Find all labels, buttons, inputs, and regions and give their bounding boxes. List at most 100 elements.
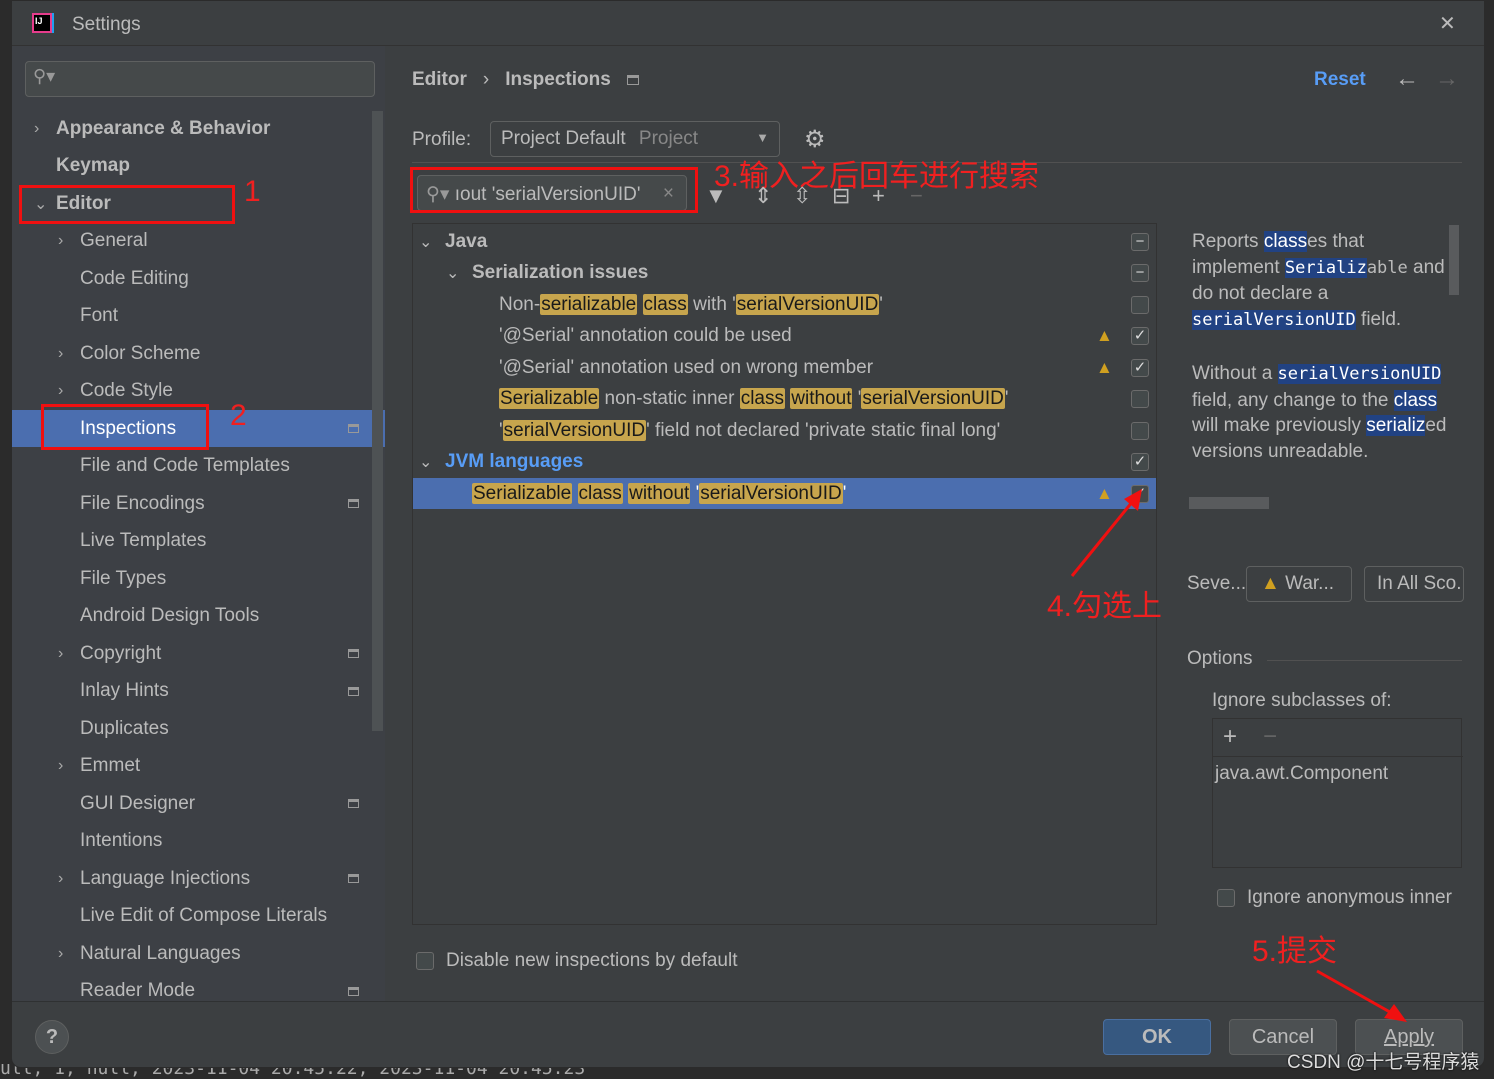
- sidebar-item-language-injections[interactable]: › Language Injections: [12, 860, 385, 897]
- sidebar-item-natural-languages[interactable]: › Natural Languages: [12, 935, 385, 972]
- inspection-row[interactable]: ⌄ Serialization issues −: [413, 258, 1156, 289]
- add-icon[interactable]: +: [872, 183, 885, 209]
- inspection-checkbox[interactable]: [1131, 390, 1149, 408]
- collapse-all-icon[interactable]: ⇳: [793, 183, 811, 209]
- scope-dropdown[interactable]: In All Sco...: [1364, 566, 1464, 602]
- sidebar-item-label: Appearance & Behavior: [56, 117, 271, 139]
- sidebar-item-live-templates[interactable]: Live Templates: [12, 523, 385, 560]
- sidebar-item-label: File Types: [80, 567, 167, 589]
- chevron-right-icon[interactable]: ›: [58, 945, 63, 963]
- sidebar-item-color-scheme[interactable]: › Color Scheme: [12, 335, 385, 372]
- filter-icon[interactable]: ▼: [705, 183, 727, 209]
- sidebar-item-keymap[interactable]: Keymap: [12, 148, 385, 185]
- sidebar-item-inlay-hints[interactable]: Inlay Hints: [12, 673, 385, 710]
- inspection-checkbox[interactable]: −: [1131, 264, 1149, 282]
- help-button[interactable]: ?: [35, 1020, 69, 1054]
- breadcrumb-editor[interactable]: Editor: [412, 69, 467, 91]
- chevron-down-icon[interactable]: ⌄: [419, 232, 432, 252]
- sidebar-item-file-and-code-templates[interactable]: File and Code Templates: [12, 448, 385, 485]
- add-icon[interactable]: +: [1223, 723, 1237, 751]
- sidebar-item-label: File Encodings: [80, 492, 205, 514]
- inspection-row[interactable]: ⌄ Java −: [413, 226, 1156, 257]
- chevron-down-icon[interactable]: ⌄: [419, 452, 432, 472]
- chevron-right-icon[interactable]: ›: [58, 757, 63, 775]
- sidebar-item-android-design-tools[interactable]: Android Design Tools: [12, 598, 385, 635]
- scope-value: In All Sco...: [1377, 573, 1464, 594]
- sidebar-item-copyright[interactable]: › Copyright: [12, 635, 385, 672]
- chevron-right-icon[interactable]: ›: [58, 345, 63, 363]
- checkbox[interactable]: [416, 952, 434, 970]
- sidebar-item-gui-designer[interactable]: GUI Designer: [12, 785, 385, 822]
- chevron-right-icon[interactable]: ›: [34, 120, 39, 138]
- text-segment: Non-: [499, 293, 541, 315]
- search-match: serialVersionUID: [861, 388, 1005, 409]
- sidebar-item-label: Emmet: [80, 755, 141, 776]
- inspection-checkbox[interactable]: [1131, 421, 1149, 440]
- sidebar-item-code-editing[interactable]: Code Editing: [12, 260, 385, 297]
- sidebar-item-duplicates[interactable]: Duplicates: [12, 710, 385, 747]
- inspection-row[interactable]: Serializable class without 'serialVersio…: [413, 478, 1156, 509]
- inspection-name: '@Serial' annotation used on wrong membe…: [499, 357, 873, 379]
- severity-dropdown[interactable]: ▲ War...: [1246, 566, 1352, 602]
- inspection-checkbox[interactable]: ✓: [1131, 358, 1149, 377]
- sidebar-scrollbar[interactable]: [372, 111, 383, 731]
- search-match: class: [577, 482, 623, 504]
- chevron-right-icon[interactable]: ›: [58, 232, 63, 250]
- sidebar-item-file-types[interactable]: File Types: [12, 560, 385, 597]
- close-icon[interactable]: ✕: [1439, 11, 1456, 36]
- ignore-anonymous-checkbox[interactable]: Ignore anonymous inner: [1217, 887, 1452, 909]
- text-segment: '@Serial' annotation could be used: [499, 325, 792, 346]
- inspection-checkbox[interactable]: −: [1131, 232, 1149, 251]
- inspection-row[interactable]: Serializable non-static inner class with…: [413, 384, 1156, 415]
- ok-button[interactable]: OK: [1103, 1019, 1211, 1055]
- sidebar-item-emmet[interactable]: › Emmet: [12, 748, 385, 785]
- inspection-name: Serializable non-static inner class with…: [499, 388, 1009, 410]
- chevron-right-icon[interactable]: ›: [58, 645, 63, 663]
- sidebar-item-appearance-behavior[interactable]: › Appearance & Behavior: [12, 110, 385, 147]
- options-title: Options: [1187, 648, 1253, 669]
- reset-link[interactable]: Reset: [1314, 69, 1366, 91]
- disable-new-inspections-checkbox[interactable]: Disable new inspections by default: [416, 950, 738, 972]
- back-arrow-icon[interactable]: ←: [1395, 65, 1419, 93]
- text-segment: [572, 483, 577, 504]
- inspection-row[interactable]: Non-serializable class with 'serialVersi…: [413, 289, 1156, 320]
- sidebar-item-file-encodings[interactable]: File Encodings: [12, 485, 385, 522]
- inspection-checkbox[interactable]: ✓: [1131, 327, 1149, 345]
- description-scrollbar[interactable]: [1449, 225, 1459, 295]
- inspection-row[interactable]: 'serialVersionUID' field not declared 'p…: [413, 415, 1156, 446]
- description-hscrollbar[interactable]: [1189, 497, 1269, 509]
- inspection-checkbox[interactable]: ✓: [1131, 453, 1149, 471]
- search-match: class: [642, 293, 688, 315]
- sidebar-item-label: Inlay Hints: [80, 680, 169, 701]
- annotation-box-2: [41, 404, 209, 450]
- expand-all-icon[interactable]: ⇕: [754, 183, 772, 209]
- sidebar-item-general[interactable]: › General: [12, 223, 385, 260]
- forward-arrow-icon[interactable]: →: [1435, 65, 1459, 93]
- inspection-name: 'serialVersionUID' field not declared 'p…: [499, 419, 1000, 442]
- remove-icon[interactable]: −: [1263, 723, 1277, 751]
- chevron-right-icon[interactable]: ›: [58, 382, 63, 400]
- sidebar-item-label: Android Design Tools: [80, 605, 260, 626]
- checkbox[interactable]: [1217, 889, 1235, 907]
- sidebar-item-label: Language Injections: [80, 867, 251, 889]
- inspection-row[interactable]: '@Serial' annotation could be used ▲ ✓: [413, 321, 1156, 352]
- remove-icon[interactable]: −: [910, 183, 923, 209]
- chevron-down-icon[interactable]: ⌄: [446, 263, 459, 283]
- inspection-checkbox[interactable]: [1131, 295, 1149, 314]
- settings-search-input[interactable]: ⚲▾: [25, 61, 375, 97]
- disable-new-label: Disable new inspections by default: [446, 950, 738, 971]
- gear-icon[interactable]: ⚙: [804, 125, 826, 154]
- inspection-row[interactable]: ⌄ JVM languages ✓: [413, 447, 1156, 478]
- breadcrumb-separator: ›: [482, 69, 490, 90]
- sidebar-item-intentions[interactable]: Intentions: [12, 823, 385, 860]
- sidebar-item-reader-mode[interactable]: Reader Mode: [12, 973, 385, 1010]
- inspection-row[interactable]: '@Serial' annotation used on wrong membe…: [413, 352, 1156, 383]
- sidebar-item-font[interactable]: Font: [12, 298, 385, 335]
- sidebar-item-live-edit-of-compose-literals[interactable]: Live Edit of Compose Literals: [12, 898, 385, 935]
- list-item[interactable]: java.awt.Component: [1215, 763, 1388, 785]
- search-match: serialVersionUID: [1192, 309, 1356, 330]
- reset-to-default-icon[interactable]: ⊟: [832, 183, 850, 209]
- chevron-right-icon[interactable]: ›: [58, 870, 63, 888]
- inspection-name: Non-serializable class with 'serialVersi…: [499, 293, 883, 316]
- text-segment: Java: [445, 230, 488, 252]
